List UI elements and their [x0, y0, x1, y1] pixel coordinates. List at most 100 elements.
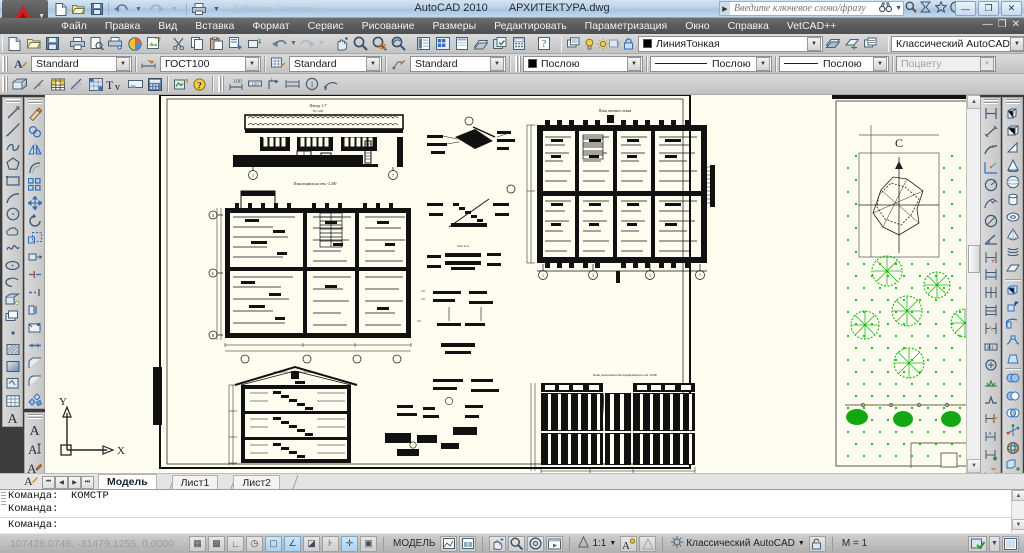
single-line-text-icon[interactable]: A: [25, 439, 44, 458]
properties-icon[interactable]: [414, 35, 433, 53]
join-icon[interactable]: [25, 337, 44, 355]
polygon-icon[interactable]: [3, 155, 22, 172]
layer-match-icon[interactable]: [861, 35, 880, 53]
dim-update-icon[interactable]: [981, 445, 1000, 463]
text-style-combo[interactable]: Standard ▼: [31, 55, 132, 72]
multiline-text-icon[interactable]: A: [3, 409, 22, 426]
gradient-icon[interactable]: [3, 358, 22, 375]
toolbar-grip[interactable]: [27, 414, 42, 419]
circle-icon[interactable]: [3, 206, 22, 223]
arc-icon[interactable]: [3, 189, 22, 206]
save-icon[interactable]: [88, 2, 105, 17]
publish-icon[interactable]: [106, 35, 125, 53]
drawing-content[interactable]: Фасад 1-7 М 1:100 1 7 План подвала на от…: [45, 95, 980, 473]
text-style-arrow-icon[interactable]: ▼: [116, 56, 130, 71]
table-style-arrow-icon[interactable]: ▼: [366, 56, 380, 71]
dim-balloon-icon[interactable]: 1: [302, 75, 321, 93]
hatch-icon[interactable]: [3, 341, 22, 358]
loft-icon[interactable]: [1003, 350, 1022, 367]
command-window-grip[interactable]: [1, 492, 6, 506]
dim-edit-icon[interactable]: [981, 409, 1000, 427]
redo-icon[interactable]: [298, 35, 317, 53]
status-tray[interactable]: ▼: [967, 535, 1024, 552]
tab-next-button[interactable]: ▶: [68, 476, 81, 489]
sphere-icon[interactable]: [1003, 174, 1022, 191]
search-icon[interactable]: [905, 1, 917, 16]
favorites-icon[interactable]: [934, 0, 948, 16]
snap-toggle[interactable]: ▦: [189, 535, 206, 552]
dim-radius-icon[interactable]: [981, 176, 1000, 194]
hatch-icon[interactable]: [67, 75, 86, 93]
standard-toolbar[interactable]: ▼ ▼ ? ЛинияТонкая ▼ Классический AutoCAD…: [0, 34, 1024, 54]
revcloud-icon[interactable]: [3, 223, 22, 240]
3d-align-icon[interactable]: [1003, 456, 1022, 473]
extend-icon[interactable]: [25, 283, 44, 301]
chamfer-icon[interactable]: [25, 355, 44, 373]
properties-toolbar-grip[interactable]: [515, 55, 521, 72]
linetype-combo-arrow-icon[interactable]: ▼: [756, 56, 770, 71]
break-at-point-icon[interactable]: [25, 319, 44, 337]
binoculars-dropdown-icon[interactable]: ▼: [895, 5, 902, 12]
extrude-icon[interactable]: [1003, 280, 1022, 297]
menu-item-file[interactable]: Файл: [52, 18, 96, 34]
scroll-down-arrow-icon[interactable]: ▼: [967, 459, 980, 473]
make-block-icon[interactable]: [3, 308, 22, 325]
copy-icon[interactable]: [188, 35, 207, 53]
toolpalettes-icon[interactable]: [452, 35, 471, 53]
help-search-box[interactable]: ▶: [719, 1, 904, 16]
cylinder-icon[interactable]: [1003, 191, 1022, 208]
dim-style-icon[interactable]: [139, 55, 158, 73]
dim-arc-icon[interactable]: [321, 75, 340, 93]
erase-icon[interactable]: [25, 105, 44, 123]
osnap-toggle[interactable]: ▢: [265, 535, 282, 552]
torus-icon[interactable]: [1003, 208, 1022, 225]
clean-screen-icon[interactable]: [1002, 535, 1019, 552]
quick-access-toolbar[interactable]: ▼ ▼ ▼ Добавить Чертежи ...: [52, 1, 326, 17]
undo-dropdown-icon[interactable]: ▼: [289, 35, 298, 53]
dim-inspect-icon[interactable]: [981, 374, 1000, 392]
subtract-icon[interactable]: [1003, 387, 1022, 404]
lwt-toggle[interactable]: ✛: [341, 535, 358, 552]
status-bar[interactable]: 107428.0746, -31479.1255, 0.0000 ▦ ▩ ∟ ◷…: [0, 533, 1024, 553]
region-icon[interactable]: [3, 375, 22, 392]
layout-style-icon[interactable]: A: [24, 473, 38, 489]
tray-expand-icon[interactable]: ▼: [989, 535, 1000, 552]
qp-toggle[interactable]: ▣: [360, 535, 377, 552]
table-icon[interactable]: [48, 75, 67, 93]
dimension-toolbar[interactable]: ⊕1 A: [980, 97, 1001, 482]
ray-icon[interactable]: [3, 121, 22, 138]
mirror-icon[interactable]: [25, 140, 44, 158]
stretch-icon[interactable]: [25, 247, 44, 265]
space-label[interactable]: МОДЕЛЬ: [389, 538, 439, 549]
zoom-icon[interactable]: [508, 535, 526, 552]
document-window-controls[interactable]: — ❐ ✕: [983, 19, 1020, 30]
menu-bar[interactable]: Файл Правка Вид Вставка Формат Сервис Ри…: [0, 18, 1024, 34]
pan-icon[interactable]: [489, 535, 507, 552]
open-folder-icon[interactable]: [70, 2, 87, 17]
layout-nav-buttons[interactable]: ⏮ ◀ ▶ ⏭: [42, 476, 94, 489]
dim-tolerance-icon[interactable]: ⊕1: [981, 338, 1000, 356]
polyline-icon[interactable]: [3, 138, 22, 155]
move-icon[interactable]: [25, 194, 44, 212]
sun-icon[interactable]: [596, 35, 609, 53]
table-style-combo[interactable]: Standard ▼: [289, 55, 382, 72]
table-style-icon[interactable]: [268, 55, 287, 73]
box-icon[interactable]: [1003, 122, 1022, 139]
modify-toolbar[interactable]: [24, 97, 45, 409]
vertical-scroll-thumb[interactable]: [968, 245, 980, 273]
layer-combo[interactable]: ЛинияТонкая ▼: [638, 35, 823, 52]
annoscale-dropdown-icon[interactable]: ▼: [609, 540, 616, 547]
cut-icon[interactable]: [169, 35, 188, 53]
help-query-icon[interactable]: ?: [534, 35, 553, 53]
grid-toggle[interactable]: ▩: [208, 535, 225, 552]
workspace-dropdown-icon[interactable]: ▼: [798, 540, 805, 547]
open-folder-icon[interactable]: [24, 35, 43, 53]
redo-dropdown-icon[interactable]: ▼: [166, 2, 183, 17]
insert-block-icon[interactable]: [3, 291, 22, 308]
pan-icon[interactable]: [332, 35, 351, 53]
dim-text-edit-icon[interactable]: A: [981, 427, 1000, 445]
layer-properties-icon[interactable]: [564, 35, 583, 53]
steeringwheel-icon[interactable]: [527, 535, 545, 552]
multiline-text-icon[interactable]: A: [25, 420, 44, 439]
undo-icon[interactable]: [270, 35, 289, 53]
